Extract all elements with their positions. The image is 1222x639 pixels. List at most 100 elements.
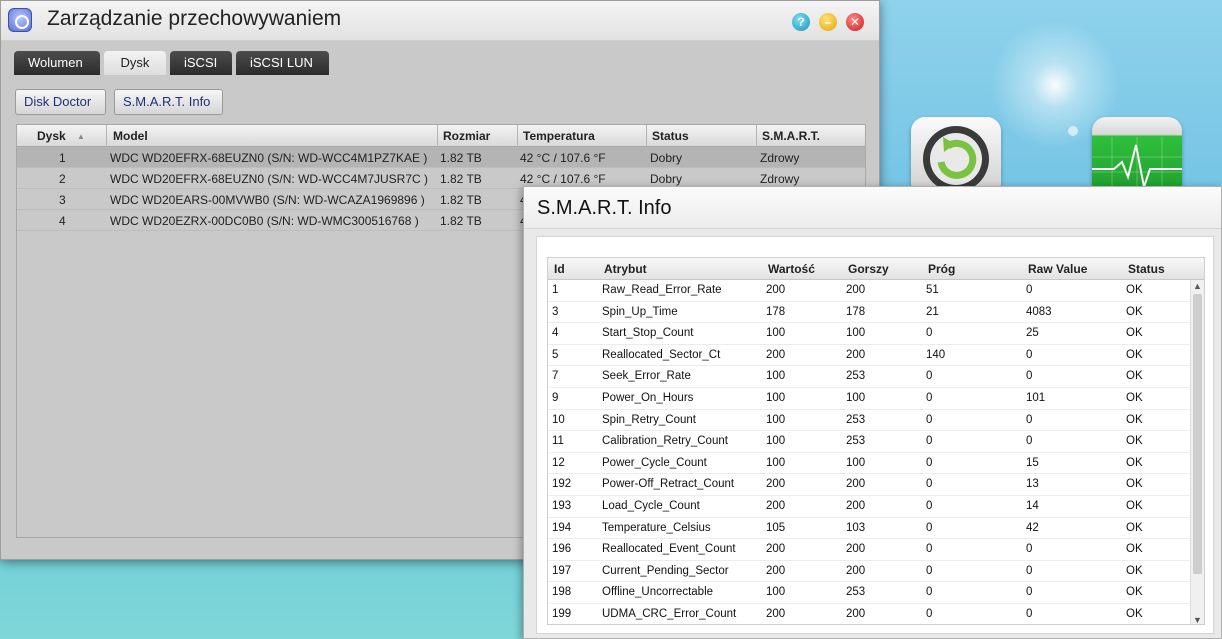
smart-status: OK	[1126, 607, 1143, 620]
header-temperatura[interactable]: Temperatura	[523, 129, 595, 143]
smart-id: 193	[552, 499, 572, 512]
scroll-down-icon[interactable]: ▼	[1193, 615, 1202, 624]
storage-manager-app-icon	[8, 8, 32, 32]
table-row[interactable]: 199 UDMA_CRC_Error_Count 200 200 0 0 OK	[548, 603, 1204, 624]
header-status[interactable]: Status	[1128, 262, 1165, 276]
smart-status: OK	[1126, 499, 1143, 512]
minimize-button[interactable]: –	[819, 13, 837, 31]
tab-dysk[interactable]: Dysk	[104, 51, 166, 75]
smart-worst: 253	[846, 586, 866, 599]
table-row[interactable]: 7 Seek_Error_Rate 100 253 0 0 OK	[548, 366, 1204, 388]
disk-smart: Zdrowy	[760, 151, 800, 165]
table-row[interactable]: 198 Offline_Uncorrectable 100 253 0 0 OK	[548, 582, 1204, 604]
header-wartosc[interactable]: Wartość	[768, 262, 815, 276]
header-raw-value[interactable]: Raw Value	[1028, 262, 1087, 276]
disk-table-header: Dysk ▲ Model Rozmiar Temperatura Status …	[17, 125, 865, 147]
table-row[interactable]: 10 Spin_Retry_Count 100 253 0 0 OK	[548, 409, 1204, 432]
tab-wolumen[interactable]: Wolumen	[14, 51, 100, 75]
tab-iscsi[interactable]: iSCSI	[170, 51, 232, 75]
table-row[interactable]: 1 Raw_Read_Error_Rate 200 200 51 0 OK	[548, 280, 1204, 302]
smart-threshold: 0	[926, 435, 933, 448]
disk-number: 4	[59, 214, 66, 228]
help-button[interactable]: ?	[792, 13, 810, 31]
header-rozmiar[interactable]: Rozmiar	[443, 129, 490, 143]
close-button[interactable]: ✕	[846, 13, 864, 31]
table-row[interactable]: 196 Reallocated_Event_Count 200 200 0 0 OK	[548, 539, 1204, 561]
table-row[interactable]: 11 Calibration_Retry_Count 100 253 0 0 OK	[548, 431, 1204, 453]
disk-number: 1	[59, 151, 66, 165]
tab-bar: Wolumen Dysk iSCSI iSCSI LUN	[1, 41, 879, 75]
smart-raw-value: 101	[1026, 391, 1046, 404]
smart-info-dialog: S.M.A.R.T. Info Id Atrybut Wartość Gorsz…	[523, 186, 1222, 639]
smart-status: OK	[1126, 305, 1143, 318]
resource-monitor-icon	[1092, 137, 1182, 197]
table-row[interactable]: 193 Load_Cycle_Count 200 200 0 14 OK	[548, 495, 1204, 518]
smart-raw-value: 25	[1026, 327, 1039, 340]
disk-temperature: 42 °C / 107.6 °F	[520, 172, 606, 186]
smart-threshold: 0	[926, 564, 933, 577]
dialog-body: Id Atrybut Wartość Gorszy Próg Raw Value…	[536, 236, 1214, 634]
header-id[interactable]: Id	[554, 262, 565, 276]
smart-attribute: Start_Stop_Count	[602, 327, 694, 340]
disk-status: Dobry	[650, 172, 683, 186]
smart-value: 200	[766, 348, 786, 361]
smart-attribute: UDMA_CRC_Error_Count	[602, 607, 737, 620]
smart-worst: 253	[846, 413, 866, 426]
smart-id: 196	[552, 543, 572, 556]
header-atrybut[interactable]: Atrybut	[604, 262, 647, 276]
disk-model: WDC WD20EARS-00MVWB0 (S/N: WD-WCAZA19698…	[110, 193, 425, 207]
header-smart[interactable]: S.M.A.R.T.	[762, 129, 820, 143]
smart-value: 200	[766, 499, 786, 512]
question-icon: ?	[797, 15, 805, 29]
header-dysk[interactable]: Dysk	[37, 129, 66, 143]
scroll-up-icon[interactable]: ▲	[1193, 281, 1202, 291]
table-row[interactable]: 194 Temperature_Celsius 105 103 0 42 OK	[548, 517, 1204, 540]
smart-status: OK	[1126, 435, 1143, 448]
smart-raw-value: 13	[1026, 478, 1039, 491]
header-gorszy[interactable]: Gorszy	[848, 262, 889, 276]
smart-id: 7	[552, 370, 559, 383]
smart-worst: 200	[846, 348, 866, 361]
tab-iscsi-lun[interactable]: iSCSI LUN	[236, 51, 329, 75]
smart-worst: 100	[846, 391, 866, 404]
smart-attribute: Load_Cycle_Count	[602, 499, 700, 512]
table-row[interactable]: 9 Power_On_Hours 100 100 0 101 OK	[548, 387, 1204, 410]
smart-value: 200	[766, 478, 786, 491]
smart-value: 200	[766, 284, 786, 296]
smart-id: 192	[552, 478, 572, 491]
table-row[interactable]: 12 Power_Cycle_Count 100 100 0 15 OK	[548, 452, 1204, 475]
table-row[interactable]: 4 Start_Stop_Count 100 100 0 25 OK	[548, 323, 1204, 345]
table-row[interactable]: 5 Reallocated_Sector_Ct 200 200 140 0 OK	[548, 344, 1204, 367]
header-status[interactable]: Status	[652, 129, 689, 143]
smart-attribute: Reallocated_Sector_Ct	[602, 348, 721, 361]
disk-size: 1.82 TB	[440, 151, 482, 165]
smart-info-button[interactable]: S.M.A.R.T. Info	[114, 89, 223, 115]
table-row[interactable]: 1 WDC WD20EFRX-68EUZN0 (S/N: WD-WCC4M1PZ…	[17, 147, 865, 168]
smart-id: 197	[552, 564, 572, 577]
smart-value: 100	[766, 370, 786, 383]
smart-id: 5	[552, 348, 559, 361]
smart-threshold: 140	[926, 348, 946, 361]
dialog-title: S.M.A.R.T. Info	[524, 187, 1221, 229]
disk-model: WDC WD20EFRX-68EUZN0 (S/N: WD-WCC4M1PZ7K…	[110, 151, 428, 165]
window-titlebar[interactable]: Zarządzanie przechowywaniem ? – ✕	[1, 1, 879, 41]
smart-status: OK	[1126, 284, 1143, 296]
disk-doctor-button[interactable]: Disk Doctor	[15, 89, 106, 115]
table-row[interactable]: 192 Power-Off_Retract_Count 200 200 0 13 OK	[548, 474, 1204, 496]
header-model[interactable]: Model	[113, 129, 148, 143]
smart-id: 3	[552, 305, 559, 318]
smart-scrollbar[interactable]: ▲ ▼	[1190, 280, 1204, 624]
scroll-thumb[interactable]	[1193, 294, 1202, 574]
table-row[interactable]: 3 Spin_Up_Time 178 178 21 4083 OK	[548, 301, 1204, 324]
header-prog[interactable]: Próg	[928, 262, 955, 276]
smart-status: OK	[1126, 564, 1143, 577]
smart-status: OK	[1126, 586, 1143, 599]
desktop-icon-backup[interactable]	[911, 117, 1001, 197]
minimize-icon: –	[824, 15, 832, 29]
smart-threshold: 0	[926, 543, 933, 556]
smart-threshold: 0	[926, 478, 933, 491]
table-row[interactable]: 197 Current_Pending_Sector 200 200 0 0 OK	[548, 560, 1204, 583]
smart-id: 9	[552, 391, 559, 404]
smart-value: 178	[766, 305, 786, 318]
desktop-icon-resource-monitor[interactable]	[1092, 117, 1182, 197]
